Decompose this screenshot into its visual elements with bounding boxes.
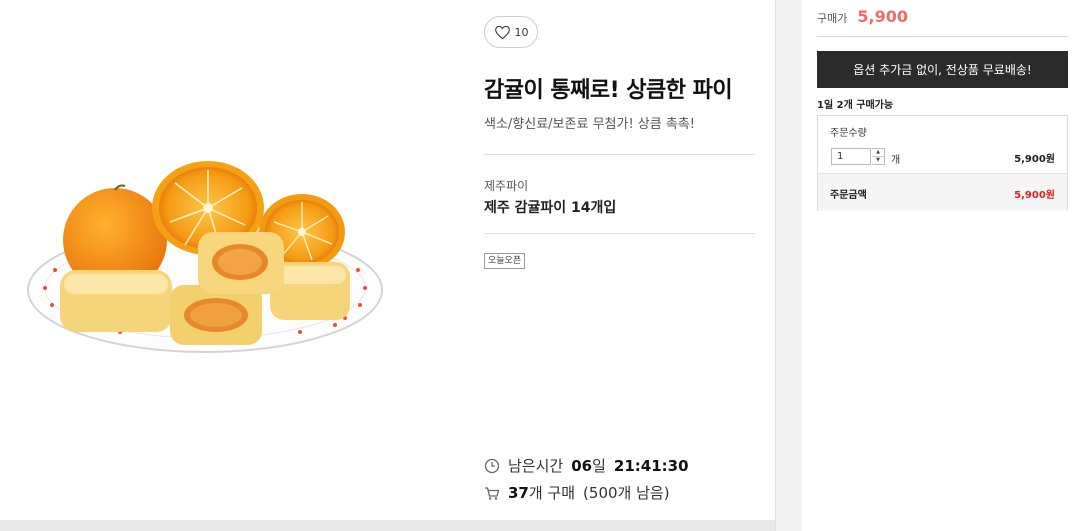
remaining-time: 남은시간 06일 21:41:30 xyxy=(484,455,689,476)
order-box: 주문수량 ▲ ▼ 개 5,900원 주문금액 5,900원 xyxy=(817,115,1068,211)
heart-icon xyxy=(494,25,510,39)
divider xyxy=(484,233,755,234)
like-count: 10 xyxy=(514,25,529,39)
divider xyxy=(817,36,1068,37)
total-label: 주문금액 xyxy=(830,190,867,201)
days-value: 06 xyxy=(571,457,593,475)
product-title: 감귤이 통째로! 상큼한 파이 xyxy=(484,78,733,103)
panel-gutter xyxy=(775,0,802,531)
time-prefix: 남은시간 xyxy=(508,457,564,475)
price-value: 5,900 xyxy=(857,7,908,26)
cart-icon xyxy=(485,486,500,500)
brand-name: 제주파이 xyxy=(484,179,529,193)
footer-strip xyxy=(0,520,775,531)
clock-icon xyxy=(484,458,500,473)
remaining-stock: (500개 남음) xyxy=(583,484,670,502)
purchase-status: 37개 구매 (500개 남음) xyxy=(484,482,670,503)
quantity-label: 주문수량 xyxy=(830,128,867,139)
quantity-stepper[interactable]: ▲ ▼ xyxy=(872,148,885,165)
quantity-unit: 개 xyxy=(891,155,901,166)
line-price: 5,900원 xyxy=(1014,154,1055,165)
status-badge: 오늘오픈 xyxy=(484,253,526,269)
divider xyxy=(484,154,755,155)
product-name: 제주 감귤파이 14개입 xyxy=(484,200,617,216)
days-unit: 일 xyxy=(592,457,606,475)
price-row: 구매가 5,900 xyxy=(817,7,908,26)
total-value: 5,900원 xyxy=(1014,190,1055,201)
purchase-suffix: 개 구매 xyxy=(528,484,576,502)
quantity-input[interactable] xyxy=(831,148,871,165)
like-button[interactable]: 10 xyxy=(484,16,538,48)
time-value: 21:41:30 xyxy=(613,456,689,475)
product-image xyxy=(27,161,383,353)
increment-icon[interactable]: ▲ xyxy=(872,149,884,156)
price-label: 구매가 xyxy=(817,12,848,25)
purchase-limit: 1일 2개 구매가능 xyxy=(817,100,894,111)
free-shipping-banner[interactable]: 옵션 추가금 없이, 전상품 무료배송! xyxy=(817,51,1068,88)
decrement-icon[interactable]: ▼ xyxy=(872,156,884,164)
total-row: 주문금액 5,900원 xyxy=(818,173,1067,211)
purchase-count: 37 xyxy=(508,484,529,502)
product-page: 10 감귤이 통째로! 상큼한 파이 색소/향신료/보존료 무첨가! 상큼 촉촉… xyxy=(0,0,1080,531)
product-subtitle: 색소/향신료/보존료 무첨가! 상큼 촉촉! xyxy=(484,117,695,132)
